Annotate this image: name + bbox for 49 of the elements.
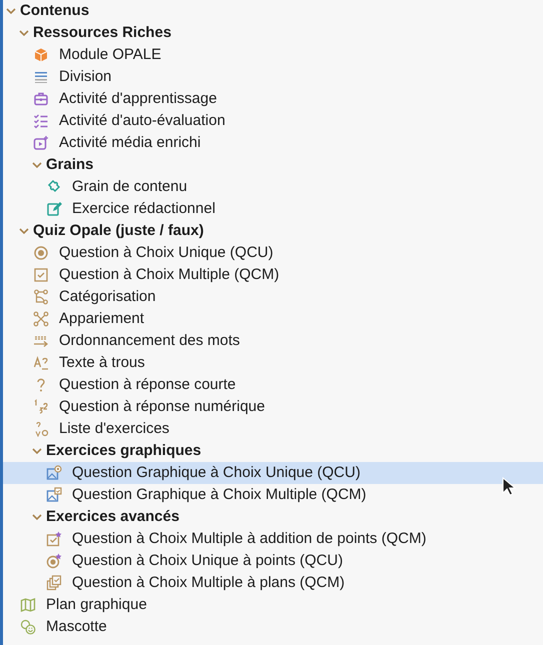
- tree-item[interactable]: Activité d'auto-évaluation: [3, 110, 543, 132]
- exercise-list-icon: [33, 421, 49, 437]
- graphic-radio-icon: [46, 465, 62, 481]
- tree-item[interactable]: Question à réponse courte: [3, 374, 543, 396]
- tree-item[interactable]: Mascotte: [3, 616, 543, 638]
- tree-item[interactable]: Texte à trous: [3, 352, 543, 374]
- tree-group[interactable]: Contenus: [3, 0, 543, 22]
- tree-item[interactable]: Question à Choix Unique à points (QCU): [3, 550, 543, 572]
- tree-item[interactable]: Ordonnancement des mots: [3, 330, 543, 352]
- tree-item[interactable]: Grain de contenu: [3, 176, 543, 198]
- media-icon: [33, 135, 49, 151]
- mouse-cursor-icon: [502, 477, 516, 497]
- radio-icon: [33, 245, 49, 261]
- tree-branch-icon: [33, 289, 49, 305]
- tree-item[interactable]: Appariement: [3, 308, 543, 330]
- tree-item[interactable]: Plan graphique: [3, 594, 543, 616]
- tree-group[interactable]: Exercices avancés: [3, 506, 543, 528]
- smiley-faces-icon: [20, 619, 36, 635]
- tree-item[interactable]: Liste d'exercices: [3, 418, 543, 440]
- edit-icon: [46, 201, 62, 217]
- tree-item[interactable]: Exercice rédactionnel: [3, 198, 543, 220]
- tree-group[interactable]: Exercices graphiques: [3, 440, 543, 462]
- tree-group[interactable]: Quiz Opale (juste / faux): [3, 220, 543, 242]
- tree-item[interactable]: Activité média enrichi: [3, 132, 543, 154]
- list-icon: [33, 69, 49, 85]
- stacked-checkbox-icon: [46, 575, 62, 591]
- tree-item[interactable]: Question à Choix Multiple à addition de points (QCM): [3, 528, 543, 550]
- tree-item[interactable]: Question à Choix Multiple à plans (QCM): [3, 572, 543, 594]
- tree-item[interactable]: Catégorisation: [3, 286, 543, 308]
- tree-group[interactable]: Ressources Riches: [3, 22, 543, 44]
- cube-icon: [33, 47, 49, 63]
- tree-item[interactable]: Question à Choix Unique (QCU): [3, 242, 543, 264]
- tree-item[interactable]: Division: [3, 66, 543, 88]
- tree-item[interactable]: Question Graphique à Choix Unique (QCU): [3, 462, 543, 484]
- tree-item[interactable]: Question Graphique à Choix Multiple (QCM): [3, 484, 543, 506]
- tree-item[interactable]: Module OPALE: [3, 44, 543, 66]
- numbers-icon: [33, 399, 49, 415]
- briefcase-icon: [33, 91, 49, 107]
- cross-links-icon: [33, 311, 49, 327]
- tree-item[interactable]: Question à Choix Multiple (QCM): [3, 264, 543, 286]
- tree-item[interactable]: Question à réponse numérique: [3, 396, 543, 418]
- tree-group[interactable]: Grains: [3, 154, 543, 176]
- puzzle-icon: [46, 179, 62, 195]
- tree-item[interactable]: Activité d'apprentissage: [3, 88, 543, 110]
- graphic-checkbox-icon: [46, 487, 62, 503]
- checkbox-icon: [33, 267, 49, 283]
- blank-text-icon: [33, 355, 49, 371]
- map-icon: [20, 597, 36, 613]
- checklist-icon: [33, 113, 49, 129]
